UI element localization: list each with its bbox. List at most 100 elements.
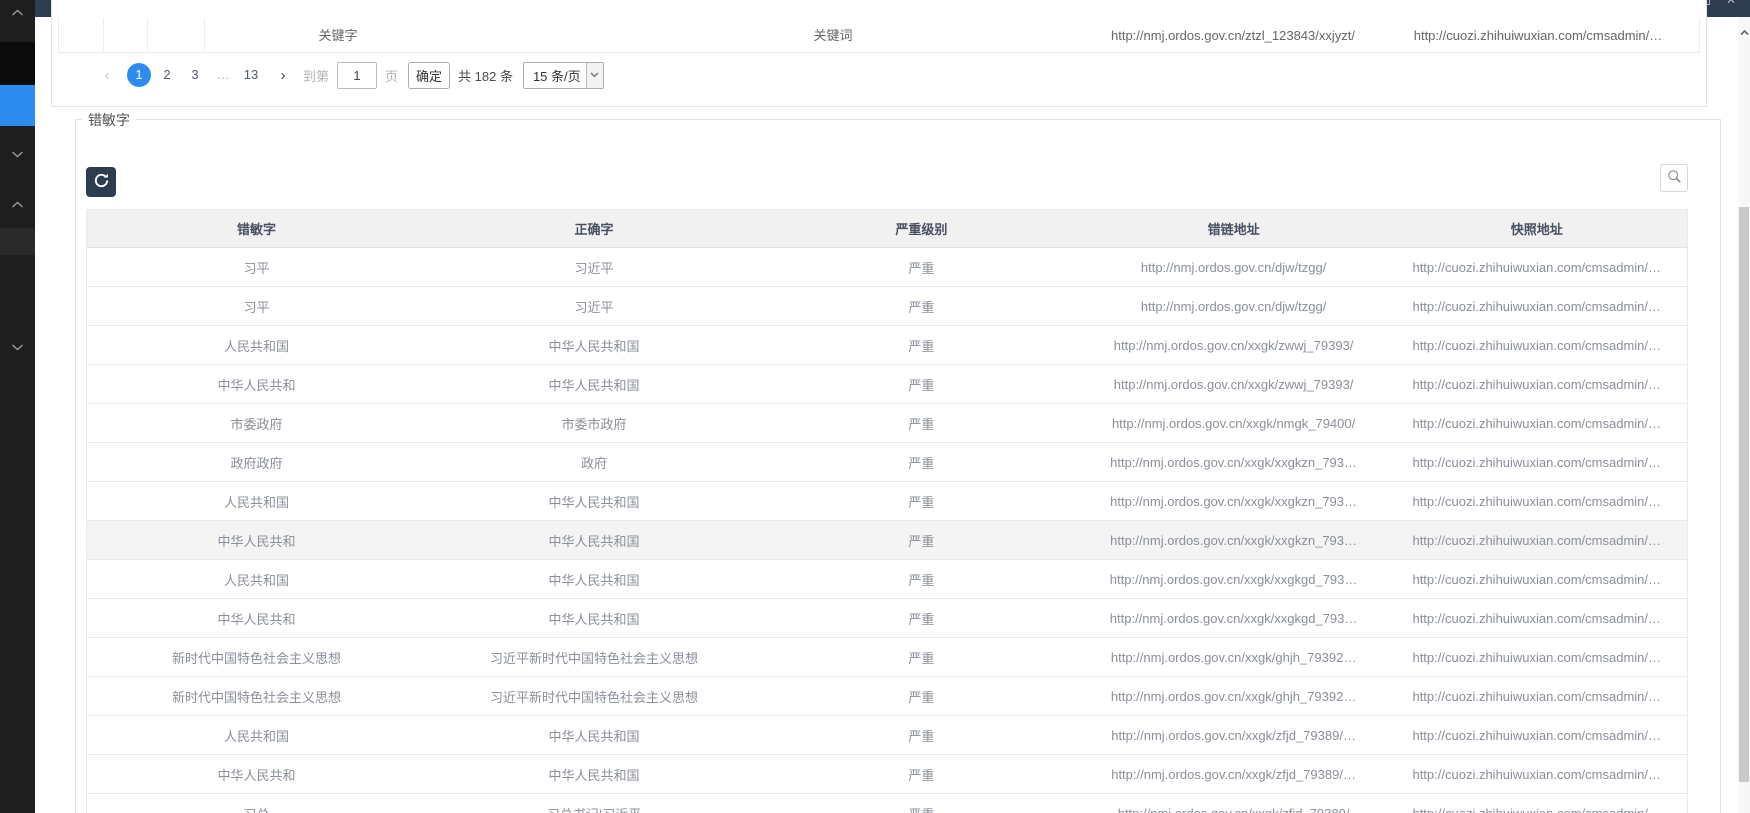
table-cell: 新时代中国特色社会主义思想 (87, 677, 426, 716)
table-cell: 新时代中国特色社会主义思想 (87, 638, 426, 677)
table-cell: 习近平新时代中国特色社会主义思想 (426, 638, 762, 677)
table-cell: 政府 (426, 443, 762, 482)
table-cell: http://nmj.ordos.gov.cn/xxgk/xxgkzn_793… (1081, 482, 1387, 521)
sidebar-item-mid[interactable] (0, 228, 35, 255)
keyword-table-card: 关键字 关键词 http://nmj.ordos.gov.cn/ztzl_123… (51, 0, 1707, 107)
table-cell: 严重 (762, 248, 1081, 287)
sidebar-item-dark[interactable] (0, 42, 35, 85)
cell-divider (103, 18, 104, 53)
table-cell: http://nmj.ordos.gov.cn/xxgk/zfjd_79389/… (1081, 716, 1387, 755)
table-header: 错敏字正确字严重级别错链地址快照地址 (87, 210, 1688, 248)
table-cell: http://nmj.ordos.gov.cn/xxgk/zfjd_79389/… (1081, 755, 1387, 794)
table-cell: http://nmj.ordos.gov.cn/xxgk/xxgkgd_793… (1081, 599, 1387, 638)
table-row[interactable]: 习总习总书记|习近平严重http://nmj.ordos.gov.cn/xxgk… (87, 794, 1688, 813)
chevron-up-icon[interactable] (11, 201, 24, 209)
table-cell: 中华人民共和国 (426, 521, 762, 560)
table-cell: http://cuozi.zhihuiwuxian.com/cmsadmin/… (1386, 326, 1687, 365)
table-cell: http://cuozi.zhihuiwuxian.com/cmsadmin/… (1386, 248, 1687, 287)
table-cell: 政府政府 (87, 443, 426, 482)
refresh-button[interactable] (86, 167, 116, 197)
page-number[interactable]: 13 (239, 63, 263, 87)
table-row[interactable]: 关键字 关键词 http://nmj.ordos.gov.cn/ztzl_123… (58, 18, 1700, 53)
table-cell: 人民共和国 (87, 716, 426, 755)
table-cell: 严重 (762, 794, 1081, 813)
table-cell: 严重 (762, 677, 1081, 716)
table-row[interactable]: 人民共和国中华人民共和国严重http://nmj.ordos.gov.cn/xx… (87, 716, 1688, 755)
page-number[interactable]: 3 (183, 63, 207, 87)
app-window: 查看 ✕ 关键字 关键词 http://nmj.ordos.gov.cn/ztz… (0, 0, 1750, 813)
table-cell: http://cuozi.zhihuiwuxian.com/cmsadmin/… (1386, 482, 1687, 521)
goto-page-input[interactable] (337, 62, 377, 89)
page-ellipsis: … (211, 63, 235, 87)
table-row[interactable]: 新时代中国特色社会主义思想习近平新时代中国特色社会主义思想严重http://nm… (87, 677, 1688, 716)
page-number[interactable]: 2 (155, 63, 179, 87)
page-number[interactable]: 1 (127, 63, 151, 87)
table-cell: http://cuozi.zhihuiwuxian.com/cmsadmin/… (1386, 560, 1687, 599)
magnifier-icon (1667, 169, 1682, 187)
table-row[interactable]: 习平习近平严重http://nmj.ordos.gov.cn/djw/tzgg/… (87, 248, 1688, 287)
table-cell: 严重 (762, 638, 1081, 677)
table-row[interactable]: 人民共和国中华人民共和国严重http://nmj.ordos.gov.cn/xx… (87, 482, 1688, 521)
table-cell: 习总书记|习近平 (426, 794, 762, 813)
table-cell: 中华人民共和 (87, 755, 426, 794)
table-cell: 中华人民共和国 (426, 716, 762, 755)
table-cell: http://nmj.ordos.gov.cn/xxgk/xxgkzn_793… (1081, 443, 1387, 482)
page-size-select[interactable]: 15 条/页 (523, 62, 604, 89)
table-cell: 中华人民共和 (87, 365, 426, 404)
close-icon[interactable]: ✕ (1726, 0, 1736, 7)
column-header: 正确字 (426, 210, 762, 248)
table-row[interactable]: 中华人民共和中华人民共和国严重http://nmj.ordos.gov.cn/x… (87, 365, 1688, 404)
table-cell: http://nmj.ordos.gov.cn/xxgk/zwwj_79393/ (1081, 326, 1387, 365)
cell-divider (147, 18, 148, 53)
column-header: 严重级别 (762, 210, 1081, 248)
pagination: ‹ 123…13 › 到第 页 确定 共 182 条 15 条/页 (101, 56, 604, 94)
table-row[interactable]: 人民共和国中华人民共和国严重http://nmj.ordos.gov.cn/xx… (87, 560, 1688, 599)
table-cell: 中华人民共和国 (426, 482, 762, 521)
table-cell: 严重 (762, 443, 1081, 482)
table-cell: http://nmj.ordos.gov.cn/xxgk/nmgk_79400/ (1081, 404, 1387, 443)
table-cell: http://cuozi.zhihuiwuxian.com/cmsadmin/… (1386, 287, 1687, 326)
table-cell: 中华人民共和 (87, 599, 426, 638)
table-cell: http://cuozi.zhihuiwuxian.com/cmsadmin/… (1386, 677, 1687, 716)
chevron-down-icon[interactable] (11, 150, 24, 158)
table-cell: 严重 (762, 482, 1081, 521)
table-row[interactable]: 中华人民共和中华人民共和国严重http://nmj.ordos.gov.cn/x… (87, 599, 1688, 638)
table-cell: http://nmj.ordos.gov.cn/djw/tzgg/ (1081, 248, 1387, 287)
table-row[interactable]: 人民共和国中华人民共和国严重http://nmj.ordos.gov.cn/xx… (87, 326, 1688, 365)
table-row[interactable]: 中华人民共和中华人民共和国严重http://nmj.ordos.gov.cn/x… (87, 521, 1688, 560)
table-cell: http://cuozi.zhihuiwuxian.com/cmsadmin/… (1386, 404, 1687, 443)
sidebar-item-active[interactable] (0, 85, 35, 126)
column-header: 错敏字 (87, 210, 426, 248)
table-cell: 中华人民共和国 (426, 326, 762, 365)
table-row[interactable]: 新时代中国特色社会主义思想习近平新时代中国特色社会主义思想严重http://nm… (87, 638, 1688, 677)
table-cell: 中华人民共和 (87, 521, 426, 560)
scrollbar-thumb[interactable] (1739, 207, 1749, 782)
chevron-down-icon[interactable] (11, 343, 24, 351)
page-number-list: 123…13 (127, 63, 267, 87)
goto-page-label: 到第 (303, 66, 329, 85)
table-row[interactable]: 习平习近平严重http://nmj.ordos.gov.cn/djw/tzgg/… (87, 287, 1688, 326)
table-row[interactable]: 市委政府市委市政府严重http://nmj.ordos.gov.cn/xxgk/… (87, 404, 1688, 443)
table-cell: 习近平新时代中国特色社会主义思想 (426, 677, 762, 716)
table-cell: http://cuozi.zhihuiwuxian.com/cmsadmin/… (1386, 755, 1687, 794)
chevron-up-icon[interactable] (11, 9, 24, 17)
next-page-icon[interactable]: › (277, 67, 289, 84)
error-word-table: 错敏字正确字严重级别错链地址快照地址 习平习近平严重http://nmj.ord… (86, 209, 1688, 813)
prev-page-icon[interactable]: ‹ (101, 67, 113, 84)
scroll-up-icon[interactable] (1738, 23, 1750, 41)
table-cell: http://nmj.ordos.gov.cn/djw/tzgg/ (1081, 287, 1387, 326)
table-cell: 严重 (762, 599, 1081, 638)
confirm-button[interactable]: 确定 (408, 62, 450, 89)
table-cell: 严重 (762, 287, 1081, 326)
table-row[interactable]: 政府政府政府严重http://nmj.ordos.gov.cn/xxgk/xxg… (87, 443, 1688, 482)
table-cell: 市委政府 (87, 404, 426, 443)
table-cell: 习平 (87, 287, 426, 326)
vertical-scrollbar[interactable] (1738, 17, 1750, 813)
table-row[interactable]: 中华人民共和中华人民共和国严重http://nmj.ordos.gov.cn/x… (87, 755, 1688, 794)
page-size-value: 15 条/页 (524, 66, 586, 85)
column-header: 快照地址 (1386, 210, 1687, 248)
table-cell: 市委市政府 (426, 404, 762, 443)
table-cell: 关键字 (318, 18, 357, 53)
search-button[interactable] (1660, 164, 1688, 192)
collapsed-sidebar (0, 0, 35, 813)
